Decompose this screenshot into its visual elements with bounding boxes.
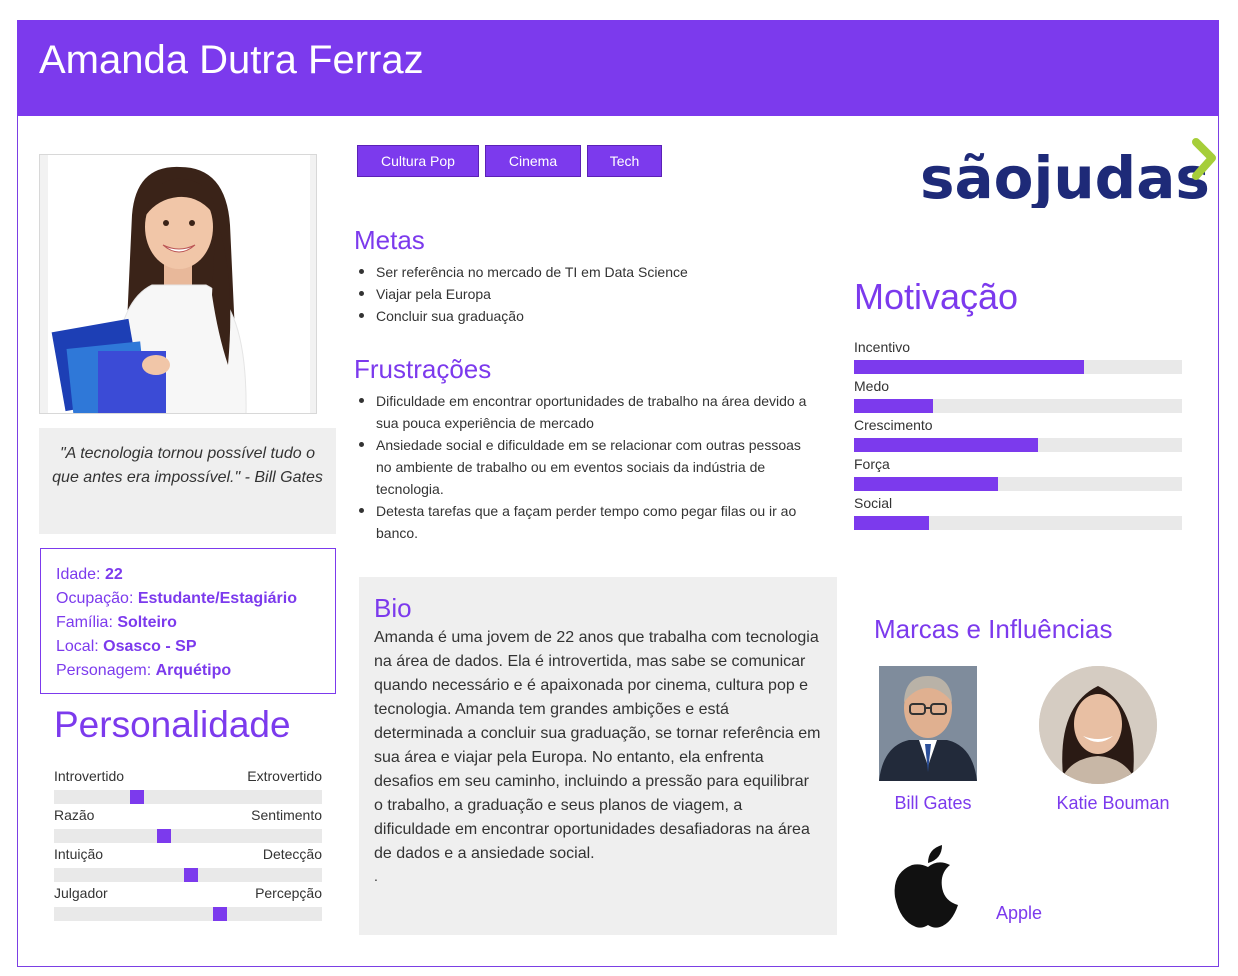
katie-bouman-photo (1039, 666, 1157, 784)
bio-trailing: . (374, 868, 378, 884)
frustrations-title: Frustrações (354, 354, 492, 384)
scale-thumb (157, 829, 171, 843)
list-item: Ser referência no mercado de TI em Data … (354, 261, 814, 283)
motivation-track (854, 399, 1182, 413)
info-age: Idade: 22 (56, 566, 123, 583)
scale-track (54, 868, 322, 882)
motivation-title: Motivação (854, 276, 1019, 317)
goals-title: Metas (354, 225, 425, 255)
tag-cultura-pop: Cultura Pop (357, 145, 479, 177)
scale-track (54, 790, 322, 804)
info-location: Local: Osasco - SP (56, 638, 197, 655)
motivation-track (854, 438, 1182, 452)
list-item: Viajar pela Europa (354, 283, 814, 305)
motivation-fill (854, 438, 1038, 452)
motivation-fill (854, 477, 999, 491)
frustrations-list: Dificuldade em encontrar oportunidades d… (354, 390, 814, 544)
persona-quote: "A tecnologia tornou possível tudo o que… (39, 428, 336, 534)
list-item: Dificuldade em encontrar oportunidades d… (354, 390, 814, 434)
svg-text:sãojudas: sãojudas (920, 144, 1210, 208)
info-family: Família: Solteiro (56, 614, 177, 631)
list-item: Ansiedade social e dificuldade em se rel… (354, 434, 814, 500)
motivation-fill (854, 399, 933, 413)
motivation-track (854, 477, 1182, 491)
motivation-fill (854, 516, 930, 530)
bio-title: Bio (374, 593, 412, 623)
tag-tech: Tech (587, 145, 662, 177)
profile-photo (39, 154, 317, 414)
saojudas-logo: sãojudas (920, 138, 1220, 212)
list-item: Concluir sua graduação (354, 305, 814, 327)
apple-logo-icon (892, 843, 964, 929)
persona-name: Amanda Dutra Ferraz (39, 38, 424, 82)
scale-thumb (130, 790, 144, 804)
persona-info: Idade: 22 Ocupação: Estudante/Estagiário… (40, 548, 336, 694)
brands-title: Marcas e Influências (874, 614, 1113, 644)
brand-katie-bouman: Katie Bouman (1056, 793, 1170, 813)
goals-list: Ser referência no mercado de TI em Data … (354, 261, 814, 327)
brand-bill-gates: Bill Gates (894, 793, 972, 813)
brand-apple: Apple (995, 903, 1043, 923)
personality-title: Personalidade (54, 704, 291, 745)
scale-thumb (213, 907, 227, 921)
list-item: Detesta tarefas que a façam perder tempo… (354, 500, 814, 544)
motivation-fill (854, 360, 1084, 374)
info-character: Personagem: Arquétipo (56, 662, 232, 679)
info-occupation: Ocupação: Estudante/Estagiário (56, 590, 297, 607)
scale-track (54, 907, 322, 921)
tag-cinema: Cinema (485, 145, 581, 177)
bio-panel: Bio Amanda é uma jovem de 22 anos que tr… (359, 577, 837, 935)
bill-gates-photo (879, 666, 977, 781)
motivation-track (854, 360, 1182, 374)
scale-track (54, 829, 322, 843)
scale-thumb (184, 868, 198, 882)
header-bar: Amanda Dutra Ferraz (17, 20, 1219, 116)
motivation-track (854, 516, 1182, 530)
bio-text: Amanda é uma jovem de 22 anos que trabal… (374, 629, 821, 862)
